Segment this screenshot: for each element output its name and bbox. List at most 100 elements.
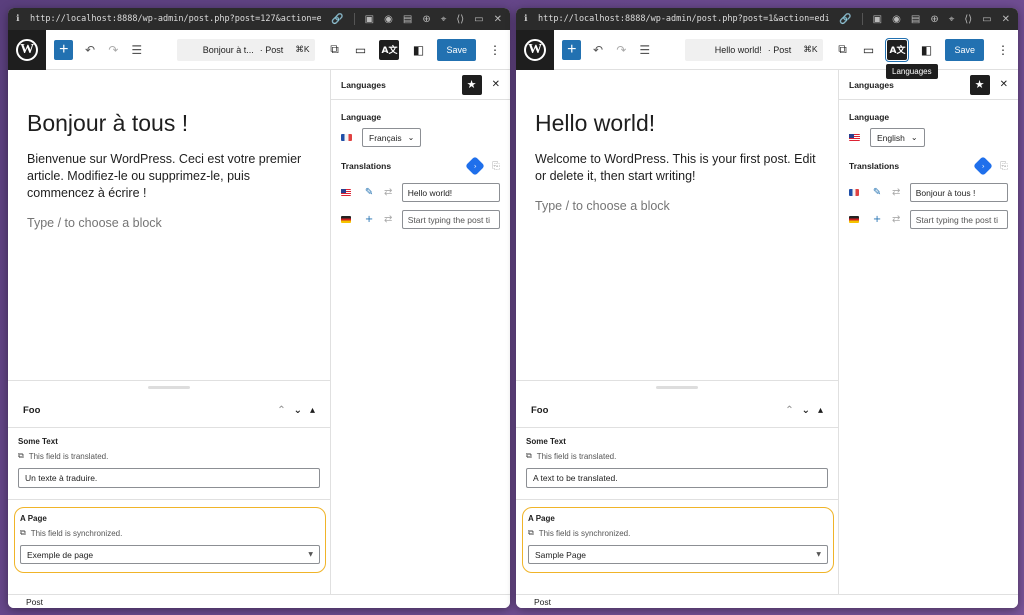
list-view-icon[interactable]: ☰ <box>638 43 651 57</box>
add-translation-icon[interactable]: + <box>361 214 376 225</box>
info-icon[interactable]: ℹ <box>524 14 538 24</box>
close-sidebar-icon[interactable]: ✕ <box>492 79 500 90</box>
external-link-icon[interactable]: ⧉ <box>835 42 849 57</box>
move-down-icon[interactable]: ⌄ <box>294 405 302 416</box>
save-button[interactable]: Save <box>945 38 984 61</box>
window-icon[interactable]: ▭ <box>982 14 991 25</box>
link-icon[interactable]: 🔗 <box>839 14 851 25</box>
language-select[interactable]: English ⌄ <box>870 128 925 147</box>
redo-icon[interactable]: ↷ <box>107 43 120 57</box>
dropdown-arrow-icon: ▼ <box>308 551 313 558</box>
code-icon[interactable]: ⟨⟩ <box>456 14 464 25</box>
editor-main: Hello world! Welcome to WordPress. This … <box>516 70 838 594</box>
star-icon[interactable]: ★ <box>969 74 990 95</box>
move-down-icon[interactable]: ⌄ <box>802 405 810 416</box>
copy-icon[interactable]: ⎘ <box>1000 161 1008 172</box>
more-options-icon[interactable]: ⋮ <box>488 43 502 57</box>
camera-icon[interactable]: ◉ <box>384 14 393 25</box>
wordpress-logo[interactable]: W <box>516 29 555 70</box>
sync-icon[interactable]: ⇄ <box>381 214 396 225</box>
resize-handle[interactable] <box>148 386 190 389</box>
globe-icon[interactable]: ⊕ <box>930 14 938 25</box>
edit-translation-icon[interactable]: ✎ <box>361 187 376 198</box>
move-up-icon[interactable]: ⌃ <box>785 405 793 416</box>
deepl-icon[interactable]: › <box>465 156 485 176</box>
url-text[interactable]: http://localhost:8888/wp-admin/post.php?… <box>538 14 829 24</box>
link-icon[interactable]: 🔗 <box>331 14 343 25</box>
preview-icon[interactable]: ▭ <box>353 43 367 57</box>
address-bar[interactable]: ℹ http://localhost:8888/wp-admin/post.ph… <box>8 8 510 30</box>
languages-button[interactable]: A文 <box>379 39 400 60</box>
translation-input[interactable]: Bonjour à tous ! <box>909 183 1009 202</box>
post-title[interactable]: Bonjour à tous ! <box>27 110 311 137</box>
translation-row: ✎ ⇄ Hello world! <box>341 183 501 202</box>
settings-sidebar-icon[interactable]: ◧ <box>411 43 425 57</box>
address-bar[interactable]: ℹ http://localhost:8888/wp-admin/post.ph… <box>516 8 1018 30</box>
a-page-field: A Page ⧉ This field is synchronized. Exem… <box>14 507 326 573</box>
window-icon[interactable]: ▭ <box>474 14 483 25</box>
more-options-icon[interactable]: ⋮ <box>996 43 1010 57</box>
post-paragraph[interactable]: Bienvenue sur WordPress. Ceci est votre … <box>27 151 311 202</box>
add-block-button[interactable]: + <box>562 39 582 60</box>
editor-canvas: Hello world! Welcome to WordPress. This … <box>516 70 838 380</box>
some-text-input[interactable]: A text to be translated. <box>526 468 828 488</box>
close-icon[interactable]: ✕ <box>494 14 502 25</box>
copy-icon[interactable]: ⎘ <box>492 161 500 172</box>
languages-button[interactable]: A文 <box>885 37 910 62</box>
command-bar[interactable]: Hello world! · Post ⌘K <box>685 38 824 61</box>
external-link-icon[interactable]: ⧉ <box>327 42 341 57</box>
save-button[interactable]: Save <box>437 38 476 61</box>
add-block-button[interactable]: + <box>54 39 74 60</box>
url-text[interactable]: http://localhost:8888/wp-admin/post.php?… <box>30 14 321 24</box>
list-view-icon[interactable]: ☰ <box>130 43 143 57</box>
command-bar[interactable]: Bonjour à t... · Post ⌘K <box>177 38 316 61</box>
breadcrumb[interactable]: Post <box>8 594 510 608</box>
collapse-icon[interactable]: ▴ <box>818 405 823 416</box>
some-text-input[interactable]: Un texte à traduire. <box>18 468 320 488</box>
move-up-icon[interactable]: ⌃ <box>277 405 285 416</box>
sync-icon[interactable]: ⇄ <box>889 187 904 198</box>
breadcrumb[interactable]: Post <box>516 594 1018 608</box>
translation-input[interactable]: Start typing the post ti <box>401 210 501 229</box>
preview-icon[interactable]: ▭ <box>861 43 875 57</box>
code-icon[interactable]: ⟨⟩ <box>964 14 972 25</box>
post-title[interactable]: Hello world! <box>535 110 819 137</box>
field-label: A Page <box>20 514 47 523</box>
info-icon[interactable]: ℹ <box>16 14 30 24</box>
screen-icon[interactable]: ▣ <box>365 14 374 25</box>
globe-icon[interactable]: ⊕ <box>422 14 430 25</box>
wordpress-logo[interactable]: W <box>8 29 47 70</box>
post-paragraph[interactable]: Welcome to WordPress. This is your first… <box>535 151 819 185</box>
a-page-select[interactable]: Sample Page ▼ <box>528 545 828 564</box>
terminal-icon[interactable]: ▤ <box>911 14 920 25</box>
sync-icon[interactable]: ⇄ <box>889 214 904 225</box>
undo-icon[interactable]: ↶ <box>591 43 604 57</box>
add-translation-icon[interactable]: + <box>869 214 884 225</box>
star-icon[interactable]: ★ <box>461 74 482 95</box>
close-icon[interactable]: ✕ <box>1002 14 1010 25</box>
undo-icon[interactable]: ↶ <box>83 43 96 57</box>
redo-icon[interactable]: ↷ <box>615 43 628 57</box>
camera-icon[interactable]: ◉ <box>892 14 901 25</box>
meta-boxes: Foo ⌃ ⌄ ▴ Some Text ⧉ This field is trans… <box>516 380 838 594</box>
settings-sidebar-icon[interactable]: ◧ <box>919 43 933 57</box>
collapse-icon[interactable]: ▴ <box>310 405 315 416</box>
block-placeholder[interactable]: Type / to choose a block <box>27 216 311 230</box>
sync-icon[interactable]: ⇄ <box>381 187 396 198</box>
language-select[interactable]: Français ⌄ <box>362 128 422 147</box>
translation-input[interactable]: Start typing the post ti <box>909 210 1009 229</box>
metabox-title: Foo <box>23 404 41 416</box>
deepl-icon[interactable]: › <box>973 156 993 176</box>
screen-icon[interactable]: ▣ <box>873 14 882 25</box>
flag-de-icon <box>849 216 860 223</box>
resize-handle[interactable] <box>656 386 698 389</box>
field-note: This field is translated. <box>536 451 617 461</box>
translation-input[interactable]: Hello world! <box>401 183 501 202</box>
edit-translation-icon[interactable]: ✎ <box>869 187 884 198</box>
a-page-select[interactable]: Exemple de page ▼ <box>20 545 320 564</box>
close-sidebar-icon[interactable]: ✕ <box>1000 79 1008 90</box>
block-placeholder[interactable]: Type / to choose a block <box>535 199 819 213</box>
target-icon[interactable]: ⌖ <box>441 14 447 25</box>
terminal-icon[interactable]: ▤ <box>403 14 412 25</box>
target-icon[interactable]: ⌖ <box>949 14 955 25</box>
